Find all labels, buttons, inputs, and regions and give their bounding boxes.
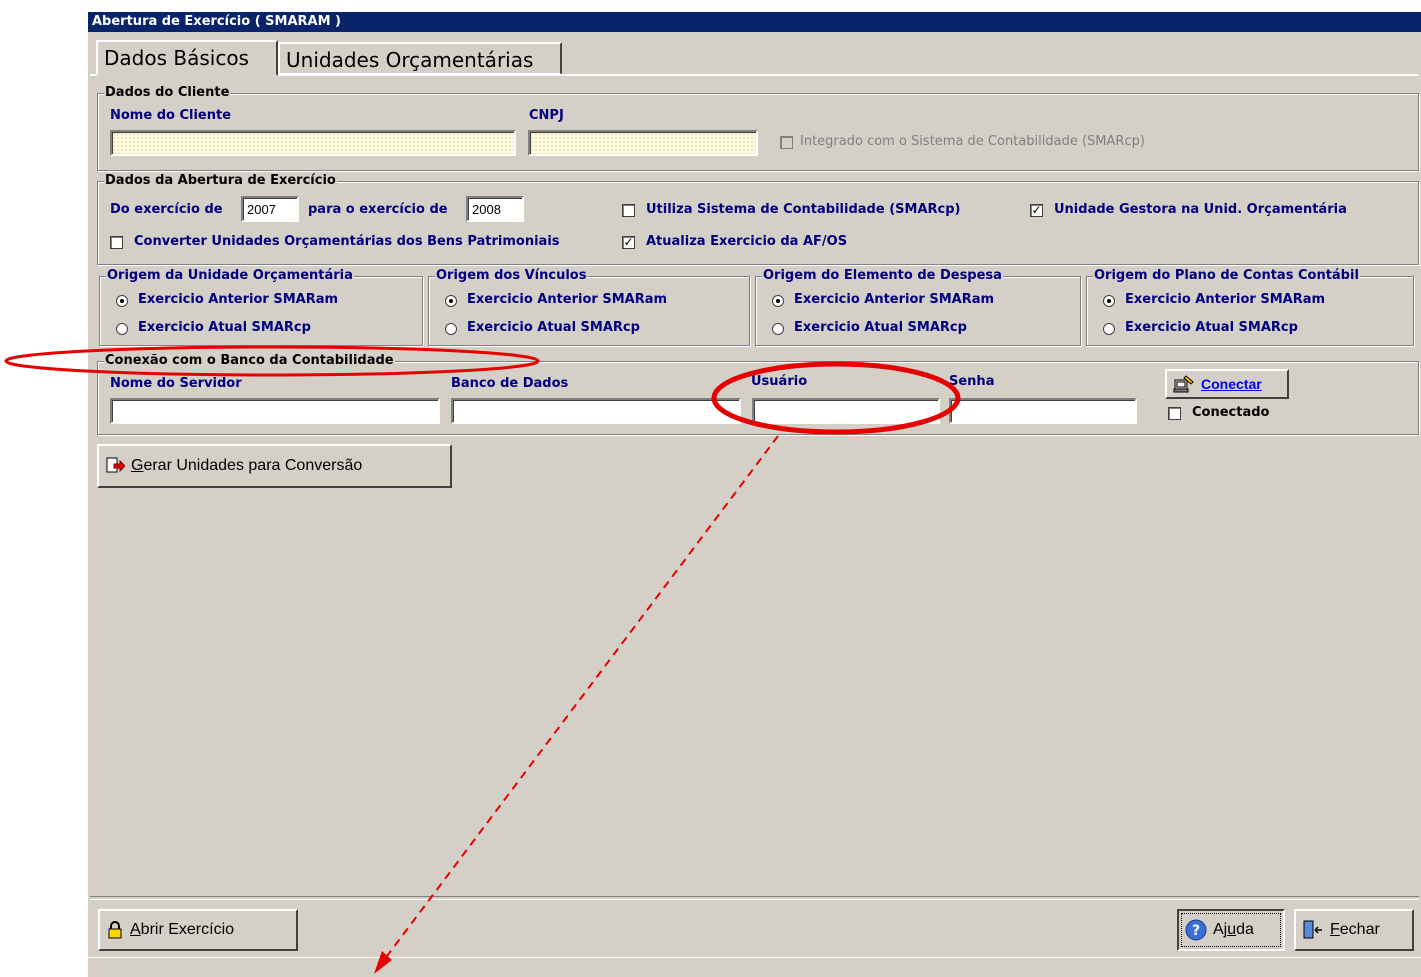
do-exercicio-label: Do exercício de xyxy=(110,202,223,217)
atualiza-label: Atualiza Exercicio da AF/OS xyxy=(646,234,848,249)
senha-input[interactable] xyxy=(949,398,1137,424)
gerar-label: erar Unidades para Conversão xyxy=(143,457,363,474)
servidor-label: Nome do Servidor xyxy=(110,376,242,391)
converter-checkbox[interactable] xyxy=(110,236,123,249)
tab-unidades-orcamentarias[interactable]: Unidades Orçamentárias xyxy=(278,42,562,75)
group-origem-vinculos-legend: Origem dos Vínculos xyxy=(435,268,588,284)
origem-elemento-radio-anterior[interactable] xyxy=(772,295,784,307)
group-origem-plano-contas: Origem do Plano de Contas Contábil Exerc… xyxy=(1086,268,1414,346)
origem-elemento-radio-atual[interactable] xyxy=(772,323,784,335)
senha-label: Senha xyxy=(949,374,995,389)
cnpj-label: CNPJ xyxy=(529,108,564,123)
gerar-accel: G xyxy=(131,457,144,474)
group-dados-cliente: Dados do Cliente Nome do Cliente CNPJ In… xyxy=(97,85,1419,171)
group-origem-unidade-legend: Origem da Unidade Orçamentária xyxy=(106,268,354,284)
group-origem-elemento: Origem do Elemento de Despesa Exercicio … xyxy=(755,268,1081,346)
origem-unidade-opt1: Exercicio Anterior SMARam xyxy=(138,292,339,307)
group-conexao-legend: Conexão com o Banco da Contabilidade xyxy=(104,353,395,369)
abrir-label: brir Exercício xyxy=(140,921,235,938)
origem-plano-opt2: Exercicio Atual SMARcp xyxy=(1125,320,1298,335)
converter-label: Converter Unidades Orçamentárias dos Ben… xyxy=(134,234,560,249)
group-conexao: Conexão com o Banco da Contabilidade Nom… xyxy=(97,353,1419,435)
origem-elemento-opt1: Exercicio Anterior SMARam xyxy=(794,292,995,307)
origem-elemento-opt2: Exercicio Atual SMARcp xyxy=(794,320,967,335)
nome-cliente-input[interactable] xyxy=(110,130,516,156)
origem-plano-opt1: Exercicio Anterior SMARam xyxy=(1125,292,1326,307)
fechar-button[interactable]: Fechar xyxy=(1294,909,1414,951)
banco-input[interactable] xyxy=(451,398,741,424)
abrir-exercicio-button[interactable]: Abrir Exercício xyxy=(98,909,298,951)
fechar-label: echar xyxy=(1339,921,1380,938)
group-origem-vinculos: Origem dos Vínculos Exercicio Anterior S… xyxy=(428,268,750,346)
ajuda-label-pre: Aj xyxy=(1213,921,1228,938)
ajuda-button[interactable]: ? Ajuda xyxy=(1177,909,1285,951)
banco-label: Banco de Dados xyxy=(451,376,569,391)
group-origem-plano-legend: Origem do Plano de Contas Contábil xyxy=(1093,268,1360,284)
group-origem-elemento-legend: Origem do Elemento de Despesa xyxy=(762,268,1003,284)
integrado-label: Integrado com o Sistema de Contabilidade… xyxy=(800,134,1145,149)
arrow-doc-icon xyxy=(105,457,126,475)
svg-text:?: ? xyxy=(1192,923,1200,939)
unidade-gestora-checkbox[interactable]: ✓ xyxy=(1030,204,1043,217)
origem-vinculos-opt2: Exercicio Atual SMARcp xyxy=(467,320,640,335)
origem-vinculos-radio-atual[interactable] xyxy=(445,323,457,335)
para-exercicio-input[interactable] xyxy=(466,196,524,222)
group-dados-cliente-legend: Dados do Cliente xyxy=(104,85,231,101)
nome-cliente-label: Nome do Cliente xyxy=(110,108,232,123)
atualiza-checkbox[interactable]: ✓ xyxy=(622,236,635,249)
origem-unidade-radio-anterior[interactable] xyxy=(116,295,128,307)
utiliza-label: Utiliza Sistema de Contabilidade (SMARcp… xyxy=(646,202,961,217)
cnpj-input[interactable] xyxy=(528,130,758,156)
integrado-checkbox[interactable] xyxy=(780,136,793,149)
conectar-label: Conectar xyxy=(1201,376,1262,392)
fechar-accel: F xyxy=(1330,921,1340,938)
connect-icon xyxy=(1173,374,1195,394)
usuario-input[interactable] xyxy=(752,398,940,424)
utiliza-checkbox[interactable] xyxy=(622,204,635,217)
ajuda-label-post: da xyxy=(1236,921,1254,938)
tab-panel: Dados do Cliente Nome do Cliente CNPJ In… xyxy=(90,74,1419,896)
help-icon: ? xyxy=(1185,919,1207,941)
conectado-label: Conectado xyxy=(1192,405,1270,420)
status-bar xyxy=(88,957,1421,977)
tab-dados-basicos[interactable]: Dados Básicos xyxy=(96,40,278,76)
origem-vinculos-opt1: Exercicio Anterior SMARam xyxy=(467,292,668,307)
origem-vinculos-radio-anterior[interactable] xyxy=(445,295,457,307)
group-origem-unidade: Origem da Unidade Orçamentária Exercicio… xyxy=(99,268,423,346)
abrir-accel: A xyxy=(130,921,141,938)
para-exercicio-label: para o exercício de xyxy=(308,202,448,217)
group-dados-abertura: Dados da Abertura de Exercício Do exercí… xyxy=(97,173,1419,265)
unidade-gestora-label: Unidade Gestora na Unid. Orçamentária xyxy=(1054,202,1347,217)
origem-plano-radio-anterior[interactable] xyxy=(1103,295,1115,307)
conectado-checkbox[interactable] xyxy=(1168,407,1181,420)
origem-plano-radio-atual[interactable] xyxy=(1103,323,1115,335)
ajuda-accel: u xyxy=(1227,921,1237,938)
do-exercicio-input[interactable] xyxy=(241,196,299,222)
main-window: Abertura de Exercício ( SMARAM ) Dados B… xyxy=(88,12,1421,977)
origem-unidade-radio-atual[interactable] xyxy=(116,323,128,335)
servidor-input[interactable] xyxy=(110,398,440,424)
lock-icon xyxy=(106,921,124,939)
origem-unidade-opt2: Exercicio Atual SMARcp xyxy=(138,320,311,335)
footer-divider xyxy=(90,896,1419,900)
usuario-label: Usuário xyxy=(751,374,808,389)
group-dados-abertura-legend: Dados da Abertura de Exercício xyxy=(104,173,337,189)
conectar-button[interactable]: Conectar xyxy=(1165,369,1289,399)
exit-door-icon xyxy=(1302,920,1324,940)
window-title: Abertura de Exercício ( SMARAM ) xyxy=(88,12,1421,32)
gerar-unidades-button[interactable]: Gerar Unidades para Conversão xyxy=(97,444,452,488)
